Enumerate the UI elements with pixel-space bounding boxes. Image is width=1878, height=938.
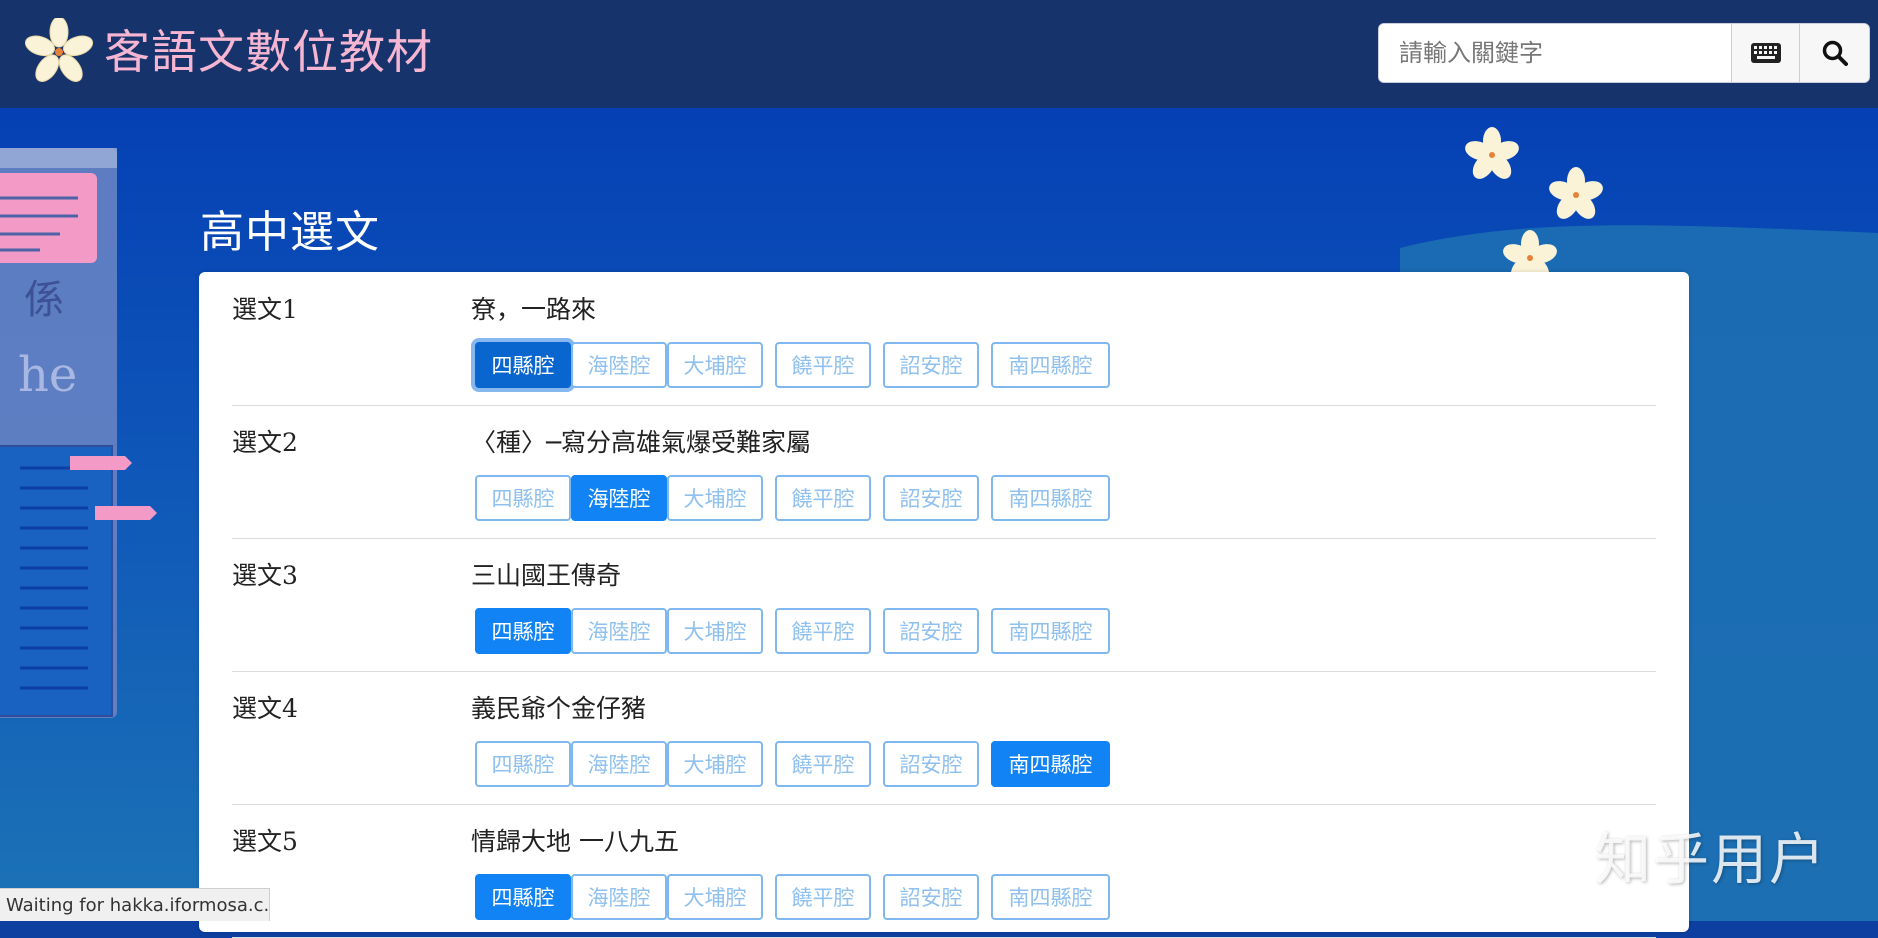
selection-row: 選文5 情歸大地 一八九五四縣腔 海陸腔 大埔腔 饒平腔 詔安腔 南四縣腔	[232, 804, 1656, 938]
dialect-button[interactable]: 海陸腔	[571, 608, 667, 654]
selection-number: 選文1	[232, 295, 298, 324]
keyboard-button[interactable]	[1731, 24, 1800, 82]
dialect-button[interactable]: 南四縣腔	[991, 608, 1110, 654]
dialect-button[interactable]: 四縣腔	[475, 741, 571, 787]
selection-title: 三山國王傳奇	[471, 561, 622, 590]
content-card: 選文1 尞，一路來 四縣腔 海陸腔 大埔腔 饒平腔 詔安腔 南四縣腔 選文2 〈種〉─寫分高雄氣爆…	[199, 272, 1689, 938]
dialect-button[interactable]: 四縣腔	[475, 342, 571, 388]
dialect-button[interactable]: 詔安腔	[883, 741, 979, 787]
dialect-button[interactable]: 饒平腔	[775, 874, 871, 920]
selection-title: 〈種〉─寫分高雄氣爆受難家屬	[471, 428, 812, 457]
dialect-button[interactable]: 大埔腔	[667, 874, 763, 920]
dialect-button[interactable]: 海陸腔	[571, 475, 667, 521]
selection-title: 義民爺个金仔豬	[471, 694, 647, 723]
dialect-button[interactable]: 詔安腔	[883, 475, 979, 521]
page-title: 高中選文	[200, 207, 380, 258]
selection-row: 選文2 〈種〉─寫分高雄氣爆受難家屬四縣腔 海陸腔 大埔腔 饒平腔 詔安腔 南四縣腔	[232, 405, 1656, 539]
site-title[interactable]: 客語文數位教材	[104, 22, 433, 82]
search-icon	[1822, 40, 1848, 66]
dialect-button[interactable]: 饒平腔	[775, 475, 871, 521]
book-word: he	[18, 347, 77, 403]
dialect-button[interactable]: 大埔腔	[667, 741, 763, 787]
dialect-button[interactable]: 南四縣腔	[991, 874, 1110, 920]
selection-number: 選文2	[232, 428, 298, 457]
watermark: 知乎用户	[1595, 828, 1827, 893]
selection-row: 選文1 尞，一路來四縣腔 海陸腔 大埔腔 饒平腔 詔安腔 南四縣腔	[232, 272, 1656, 406]
dialect-button[interactable]: 詔安腔	[883, 874, 979, 920]
selection-title: 情歸大地 一八九五	[471, 827, 679, 856]
keyboard-icon	[1751, 43, 1781, 63]
dialect-button[interactable]: 詔安腔	[883, 608, 979, 654]
dialect-button[interactable]: 四縣腔	[475, 475, 571, 521]
search-button[interactable]	[1799, 24, 1869, 82]
search-input[interactable]	[1379, 24, 1731, 82]
dialect-button[interactable]: 大埔腔	[667, 608, 763, 654]
selection-number: 選文4	[232, 694, 298, 723]
flowers-decoration	[1465, 127, 1603, 282]
dialect-button[interactable]: 南四縣腔	[991, 342, 1110, 388]
dialect-button[interactable]: 海陸腔	[571, 874, 667, 920]
dialect-button[interactable]: 大埔腔	[667, 342, 763, 388]
site-header: 客語文數位教材	[0, 0, 1878, 108]
selection-title: 尞，一路來	[471, 295, 597, 324]
dialect-button[interactable]: 饒平腔	[775, 741, 871, 787]
dialect-button[interactable]: 饒平腔	[775, 608, 871, 654]
dialect-button[interactable]: 南四縣腔	[991, 475, 1110, 521]
flower-logo-icon[interactable]	[25, 18, 93, 86]
book-illustration: 係 he	[0, 148, 157, 718]
selection-row: 選文3 三山國王傳奇四縣腔 海陸腔 大埔腔 饒平腔 詔安腔 南四縣腔	[232, 538, 1656, 672]
dialect-button[interactable]: 詔安腔	[883, 342, 979, 388]
selection-number: 選文3	[232, 561, 298, 590]
selection-row: 選文4 義民爺个金仔豬四縣腔 海陸腔 大埔腔 饒平腔 詔安腔 南四縣腔	[232, 671, 1656, 805]
search-box	[1378, 23, 1870, 83]
dialect-button[interactable]: 四縣腔	[475, 874, 571, 920]
dialect-button[interactable]: 饒平腔	[775, 342, 871, 388]
dialect-button[interactable]: 大埔腔	[667, 475, 763, 521]
status-bar: Waiting for hakka.iformosa.c...	[0, 888, 270, 921]
dialect-button[interactable]: 四縣腔	[475, 608, 571, 654]
dialect-button[interactable]: 海陸腔	[571, 342, 667, 388]
selection-number: 選文5	[232, 827, 298, 856]
dialect-button[interactable]: 南四縣腔	[991, 741, 1110, 787]
book-char: 係	[24, 277, 64, 323]
dialect-button[interactable]: 海陸腔	[571, 741, 667, 787]
